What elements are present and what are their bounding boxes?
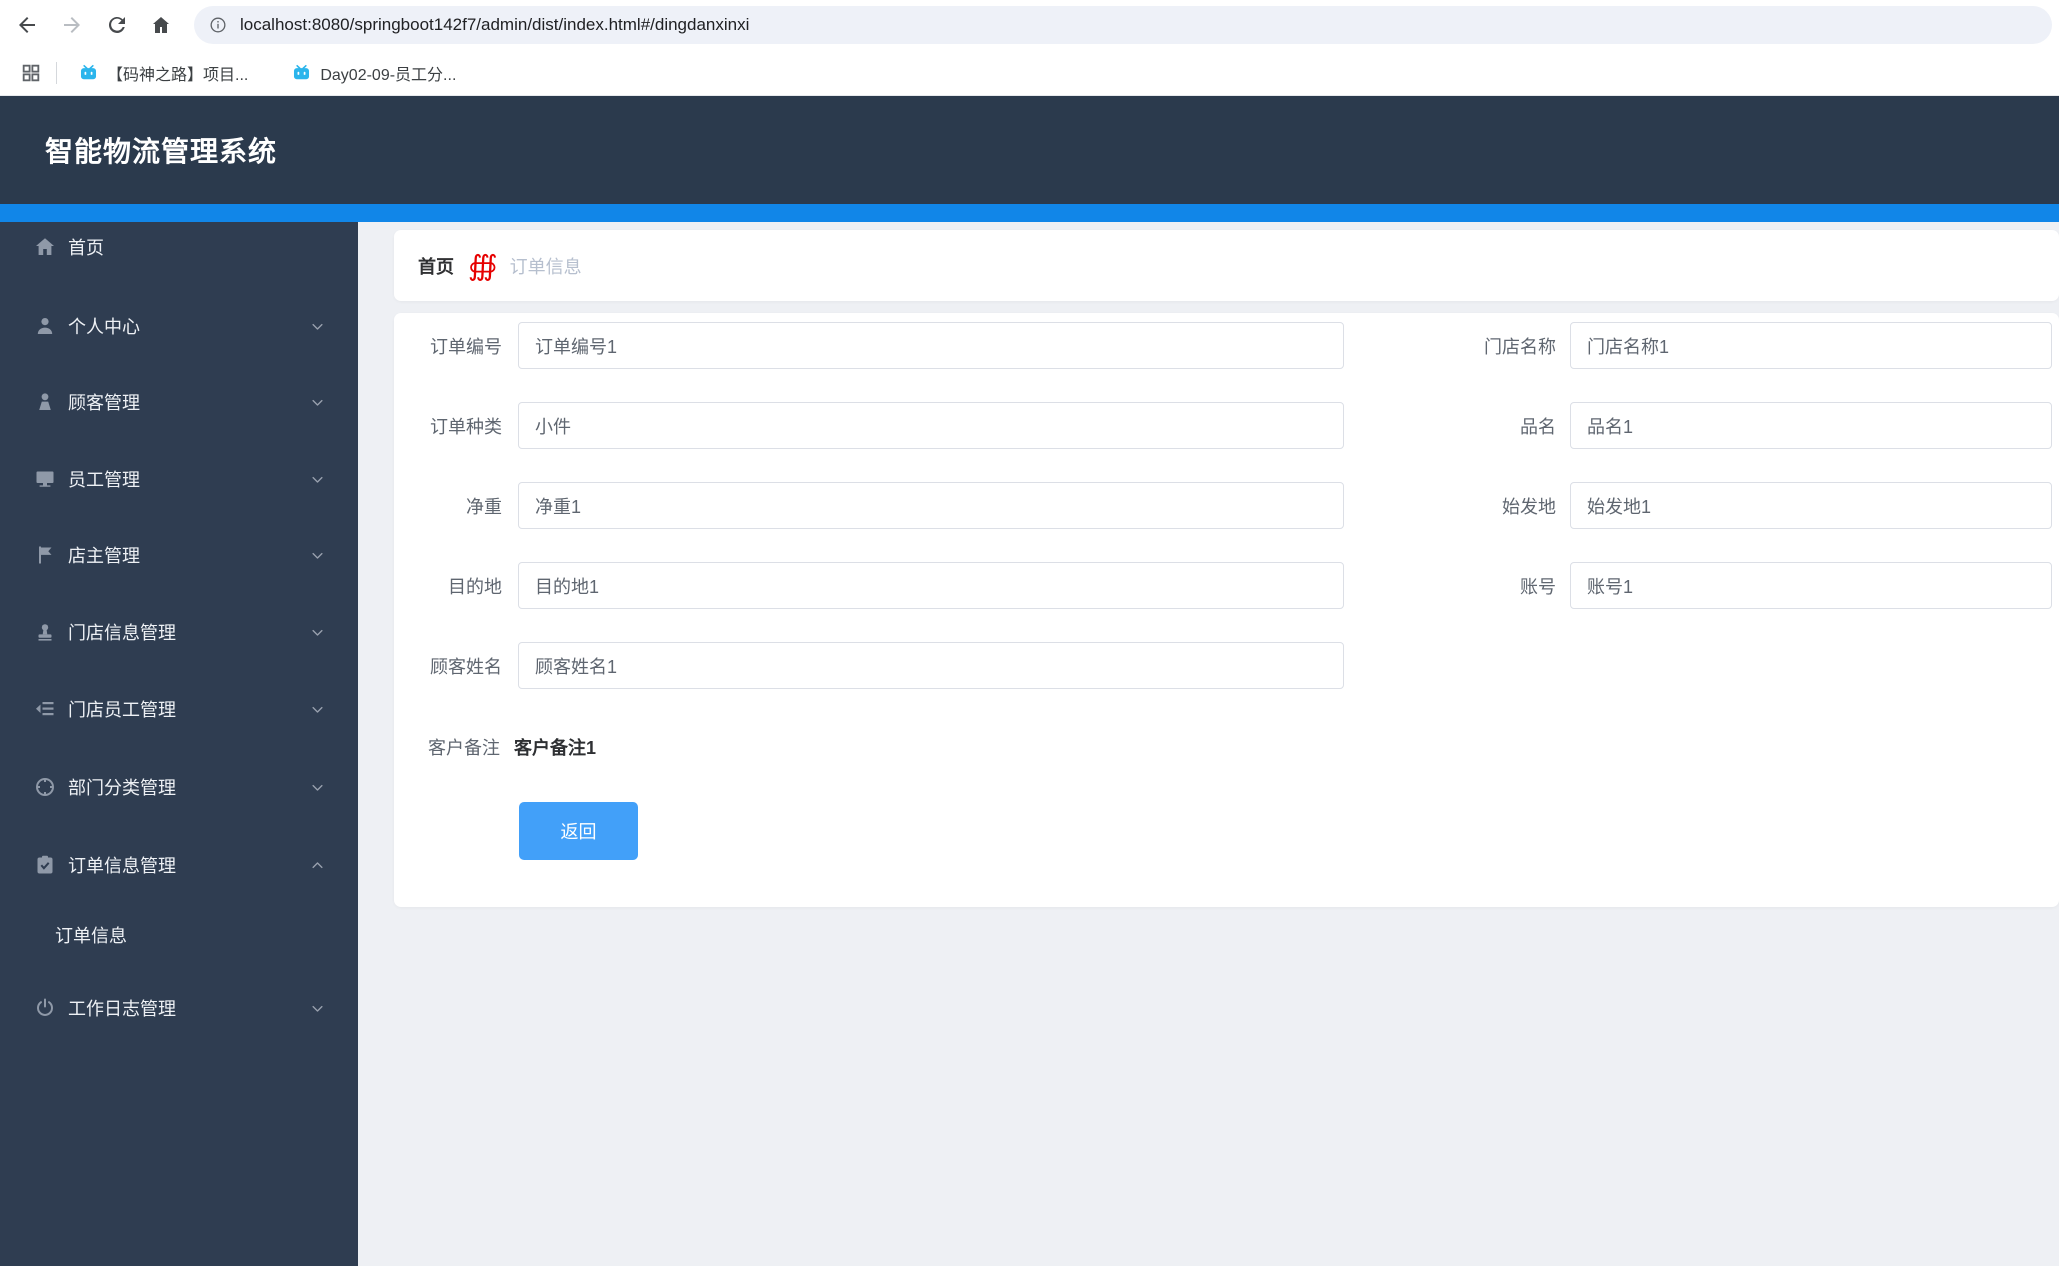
browser-home-button[interactable]	[143, 7, 179, 43]
field-input[interactable]	[1570, 562, 2052, 609]
field-label: 订单种类	[430, 416, 502, 437]
indent-icon	[33, 697, 57, 721]
sidebar-item-label: 工作日志管理	[68, 999, 176, 1019]
reload-icon	[105, 13, 129, 37]
chevron-down-icon	[310, 319, 325, 334]
back-arrow-icon	[15, 13, 39, 37]
chevron-down-icon	[310, 780, 325, 795]
flag-icon	[33, 543, 57, 567]
customer-icon	[33, 390, 57, 414]
site-info-icon[interactable]	[208, 15, 228, 35]
order-detail-form: 客户备注 客户备注1 返回 订单编号订单种类净重目的地顾客姓名 门店名称品名始发地…	[394, 313, 2059, 907]
chevron-down-icon	[310, 1001, 325, 1016]
apps-grid-icon[interactable]	[20, 62, 42, 84]
bookmarks-bar: 【码神之路】项目... Day02-09-员工分...	[0, 50, 2059, 96]
field-label: 品名	[1520, 416, 1556, 437]
field-label: 顾客姓名	[430, 656, 502, 677]
sidebar: 首页 个人中心 顾客管理 员工管理 店主管理 门店信息管理 门店员工管理 部门分类管理 订单信息…	[0, 222, 358, 1266]
sidebar-item[interactable]: 首页	[0, 219, 358, 275]
sidebar-item-label: 个人中心	[68, 317, 140, 337]
aim-icon	[33, 775, 57, 799]
browser-forward-button[interactable]	[54, 7, 90, 43]
field-input[interactable]	[518, 482, 1344, 529]
breadcrumb-home-link[interactable]: 首页	[418, 253, 454, 279]
bookmark-label: 【码神之路】项目...	[107, 66, 249, 84]
field-input[interactable]	[518, 642, 1344, 689]
sidebar-item[interactable]: 顾客管理	[0, 374, 358, 430]
chevron-down-icon	[310, 625, 325, 640]
field-label: 订单编号	[430, 336, 502, 357]
field-label: 净重	[466, 496, 502, 517]
sidebar-item[interactable]: 门店员工管理	[0, 681, 358, 737]
main-content: 首页 ∰ 订单信息 客户备注 客户备注1 返回 订单编号订单种类净重目的地顾客姓…	[358, 222, 2059, 1266]
sidebar-item[interactable]: 订单信息管理	[0, 837, 358, 893]
sidebar-item-label: 门店员工管理	[68, 700, 176, 720]
breadcrumb-current: 订单信息	[509, 256, 582, 277]
sidebar-subitem[interactable]: 订单信息	[0, 907, 358, 963]
field-input[interactable]	[1570, 402, 2052, 449]
sidebar-item-label: 订单信息管理	[68, 856, 176, 876]
bookmark-label: Day02-09-员工分...	[320, 66, 457, 84]
chevron-down-icon	[310, 472, 325, 487]
chevron-up-icon	[310, 858, 325, 873]
chevron-down-icon	[310, 548, 325, 563]
field-input[interactable]	[518, 322, 1344, 369]
sidebar-item-label: 门店信息管理	[68, 623, 176, 643]
clipboard-icon	[33, 853, 57, 877]
back-button[interactable]: 返回	[519, 802, 638, 860]
field-label: 目的地	[448, 576, 502, 597]
sidebar-item-label: 部门分类管理	[68, 778, 176, 798]
remark-row: 客户备注 客户备注1	[394, 733, 1294, 761]
chevron-down-icon	[310, 395, 325, 410]
url-text: localhost:8080/springboot142f7/admin/dis…	[240, 15, 750, 34]
breadcrumb-separator-icon: ∰	[468, 248, 498, 282]
field-label: 门店名称	[1484, 336, 1556, 357]
bookmark-item[interactable]: Day02-09-员工分...	[292, 61, 456, 85]
sidebar-item[interactable]: 门店信息管理	[0, 604, 358, 660]
sidebar-item-label: 订单信息	[55, 926, 127, 946]
app-header: 智能物流管理系统	[0, 96, 2059, 204]
browser-back-button[interactable]	[9, 7, 45, 43]
address-bar[interactable]: localhost:8080/springboot142f7/admin/dis…	[194, 6, 2052, 44]
power-icon	[33, 996, 57, 1020]
chevron-down-icon	[310, 702, 325, 717]
field-input[interactable]	[1570, 482, 2052, 529]
browser-reload-button[interactable]	[99, 7, 135, 43]
field-input[interactable]	[518, 402, 1344, 449]
home-icon	[149, 13, 173, 37]
stamp-icon	[33, 620, 57, 644]
remark-label: 客户备注	[428, 738, 500, 758]
user-icon	[33, 314, 57, 338]
field-label: 始发地	[1502, 496, 1556, 517]
remark-value: 客户备注1	[514, 738, 597, 758]
sidebar-item-label: 顾客管理	[68, 393, 140, 413]
sidebar-item[interactable]: 工作日志管理	[0, 980, 358, 1036]
field-input[interactable]	[518, 562, 1344, 609]
bilibili-icon	[79, 63, 98, 82]
sidebar-item[interactable]: 个人中心	[0, 298, 358, 354]
sidebar-item-label: 店主管理	[68, 546, 140, 566]
field-input[interactable]	[1570, 322, 2052, 369]
bookmark-item[interactable]: 【码神之路】项目...	[79, 61, 248, 85]
breadcrumb: 首页 ∰ 订单信息	[394, 230, 2059, 301]
home-icon	[33, 235, 57, 259]
sidebar-item[interactable]: 员工管理	[0, 451, 358, 507]
sidebar-item[interactable]: 店主管理	[0, 527, 358, 583]
sidebar-item-label: 员工管理	[68, 470, 140, 490]
bilibili-icon	[292, 63, 311, 82]
browser-toolbar: localhost:8080/springboot142f7/admin/dis…	[0, 0, 2059, 50]
field-label: 账号	[1520, 576, 1556, 597]
sidebar-item[interactable]: 部门分类管理	[0, 759, 358, 815]
app-title: 智能物流管理系统	[45, 136, 278, 167]
monitor-icon	[33, 467, 57, 491]
forward-arrow-icon	[60, 13, 84, 37]
sidebar-item-label: 首页	[68, 238, 104, 258]
